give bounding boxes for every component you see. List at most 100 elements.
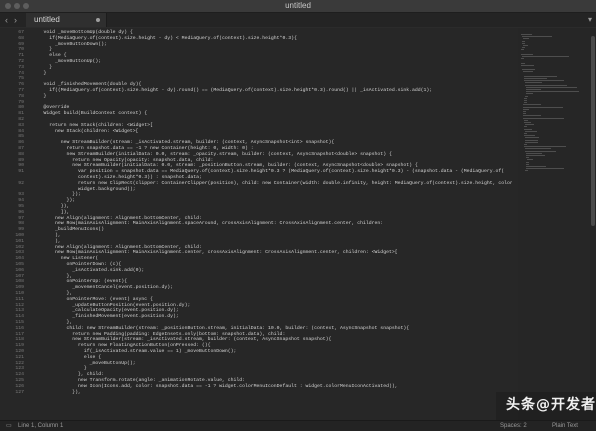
minimap-line xyxy=(521,62,525,64)
minimap-line xyxy=(522,40,526,42)
code-line[interactable]: }); xyxy=(32,192,81,197)
code-line[interactable]: }, xyxy=(32,291,73,296)
line-number: 83 xyxy=(18,122,24,128)
vertical-scrollbar[interactable] xyxy=(590,28,596,420)
minimap-line xyxy=(524,95,528,97)
code-line[interactable]: Widget build(BuildContext context) { xyxy=(32,111,148,116)
minimap-line xyxy=(522,45,529,46)
line-number: 94 xyxy=(18,198,24,204)
minimap-line xyxy=(522,106,563,108)
code-line[interactable]: new StreamBuilder(initialData: 0.0, stre… xyxy=(32,152,392,157)
code-line[interactable]: new Row(mainAxisAlignment: MainAxisAlign… xyxy=(32,221,383,226)
code-line[interactable]: @override xyxy=(32,105,70,110)
code-line[interactable]: }, xyxy=(32,320,73,325)
forward-arrow-icon[interactable]: › xyxy=(14,13,17,27)
code-line[interactable]: return new ClipRect(clipper: ContainerCl… xyxy=(32,181,512,186)
code-line[interactable]: _moveButtonUp(); xyxy=(32,361,136,366)
code-line[interactable]: return snapshot.data == -1 ? new Contain… xyxy=(32,146,254,151)
code-line[interactable]: new StreamBuilder(stream: _isActivated.s… xyxy=(32,337,331,342)
code-line[interactable]: onPointerMove: (event) async { xyxy=(32,297,153,302)
code-line[interactable]: }); xyxy=(32,198,76,203)
code-line[interactable]: _isActivated.sink.add(0); xyxy=(32,268,144,273)
code-line[interactable]: var position = snapshot.data == MediaQue… xyxy=(32,169,504,174)
code-line[interactable]: else { xyxy=(32,355,101,360)
code-line[interactable]: } xyxy=(32,65,52,70)
minimap-line xyxy=(526,155,545,156)
code-line[interactable]: context).size.height*0.3)) : snapshot.da… xyxy=(32,175,202,180)
line-number: 81 xyxy=(18,111,24,117)
code-line[interactable]: new Row(mainAxisAlignment: MainAxisAlign… xyxy=(32,250,398,255)
minimap-line xyxy=(524,144,528,145)
code-line[interactable]: } xyxy=(32,366,87,371)
code-line[interactable]: new Align(alignment: Alignment.bottomCen… xyxy=(32,216,202,221)
code-line[interactable]: _moveButtonUp(); xyxy=(32,59,101,64)
minimap-line xyxy=(522,113,526,115)
code-line[interactable]: return new Padding(padding: EdgeInsets.o… xyxy=(32,332,285,337)
line-number: 84 xyxy=(18,128,24,134)
minimap-line xyxy=(527,159,533,161)
code-line[interactable]: child: new StreamBuilder(stream: _positi… xyxy=(32,326,410,331)
code-line[interactable]: else { xyxy=(32,53,66,58)
code-line[interactable]: return new FloatingActionButton(onPresse… xyxy=(32,343,210,348)
minimap-line xyxy=(522,42,526,44)
tab-untitled[interactable]: untitled xyxy=(26,13,107,27)
code-line[interactable]: new Transform.rotate(angle: _animationRo… xyxy=(32,378,245,383)
code-line[interactable]: _moveButtonDown(); xyxy=(32,42,107,47)
window-title: untitled xyxy=(285,1,311,10)
code-line[interactable]: void _finishedMovement(double dy){ xyxy=(32,82,142,87)
code-line[interactable]: _finishedMovement(event.position.dy); xyxy=(32,314,179,319)
code-line[interactable]: void _moveBottomUp(double dy) { xyxy=(32,30,133,35)
code-line[interactable]: new Listener( xyxy=(32,256,98,261)
line-number: 76 xyxy=(18,82,24,88)
code-line[interactable]: _movementCancel(event.position.dy); xyxy=(32,285,173,290)
code-line[interactable]: } xyxy=(32,71,47,76)
minimap-line xyxy=(523,75,557,77)
code-line[interactable]: _calculateOpacity(event.position.dy); xyxy=(32,308,179,313)
minimap-line xyxy=(525,93,533,95)
code-line[interactable]: ), xyxy=(32,233,61,238)
code-line[interactable]: if(MediaQuery.of(context).size.height - … xyxy=(32,36,297,41)
line-number: 111 xyxy=(15,296,24,302)
line-number: 91 xyxy=(18,169,24,175)
code-line[interactable]: new Icon(Icons.add, color: snapshot.data… xyxy=(32,384,398,389)
minimap-line xyxy=(524,170,528,172)
code-line[interactable]: if((MediaQuery.of(context).size.height -… xyxy=(32,88,432,93)
line-number: 70 xyxy=(18,47,24,53)
code-line[interactable]: }, xyxy=(32,274,73,279)
code-line[interactable]: } xyxy=(32,47,52,52)
code-line[interactable]: ]), xyxy=(32,210,70,215)
code-line[interactable]: widget.background)); xyxy=(32,187,136,192)
code-line[interactable]: onPointerDown: (c){ xyxy=(32,262,122,267)
code-line[interactable]: return new Stack(children: <Widget>[ xyxy=(32,123,153,128)
code-line[interactable]: return new Opacity(opacity: snapshot.dat… xyxy=(32,158,213,163)
scroll-thumb[interactable] xyxy=(591,36,595,226)
minimap-line xyxy=(524,97,528,99)
minimap[interactable] xyxy=(518,28,590,420)
back-arrow-icon[interactable]: ‹ xyxy=(5,13,8,27)
code-line[interactable]: new Stack(children: <Widget>[ xyxy=(32,129,139,134)
code-line[interactable]: _updateButtonPosition(event.position.dy)… xyxy=(32,303,190,308)
unsaved-dot-icon[interactable] xyxy=(96,18,100,22)
line-number: 68 xyxy=(18,35,24,41)
code-line[interactable]: if(_isActivated.stream.value == 1) _move… xyxy=(32,349,237,354)
editor[interactable]: 67 68 69 70 71 72 73 74 75 76 77 78 79 80 81 82 83 84 85 86… xyxy=(0,28,596,420)
minimap-line xyxy=(524,135,535,137)
code-line[interactable]: } xyxy=(32,94,47,99)
code-line[interactable]: _buildMenuIcons() xyxy=(32,227,104,232)
code-line[interactable]: }), xyxy=(32,390,81,395)
code-line[interactable]: new StreamBuilder(initialData: 0.0, stre… xyxy=(32,163,417,168)
code-area[interactable]: void _moveBottomUp(double dy) { if(Media… xyxy=(32,28,513,420)
tab-overflow-chevron-icon[interactable]: ▾ xyxy=(588,13,592,27)
line-number: 73 xyxy=(18,64,24,70)
minimap-line xyxy=(524,122,531,123)
code-line[interactable]: new Align(alignment: Alignment.bottomCen… xyxy=(32,245,202,250)
minimap-line xyxy=(521,58,525,60)
code-line[interactable]: onPointerUp: (event){ xyxy=(32,279,127,284)
line-number: 88 xyxy=(18,151,24,157)
code-line[interactable]: new StreamBuilder(stream: _isActivated.s… xyxy=(32,140,334,145)
code-line[interactable]: }), xyxy=(32,204,70,209)
minimap-line xyxy=(526,157,530,159)
code-line[interactable]: }, child: xyxy=(32,372,104,377)
minimap-line xyxy=(525,91,579,93)
code-line[interactable]: ), xyxy=(32,239,61,244)
